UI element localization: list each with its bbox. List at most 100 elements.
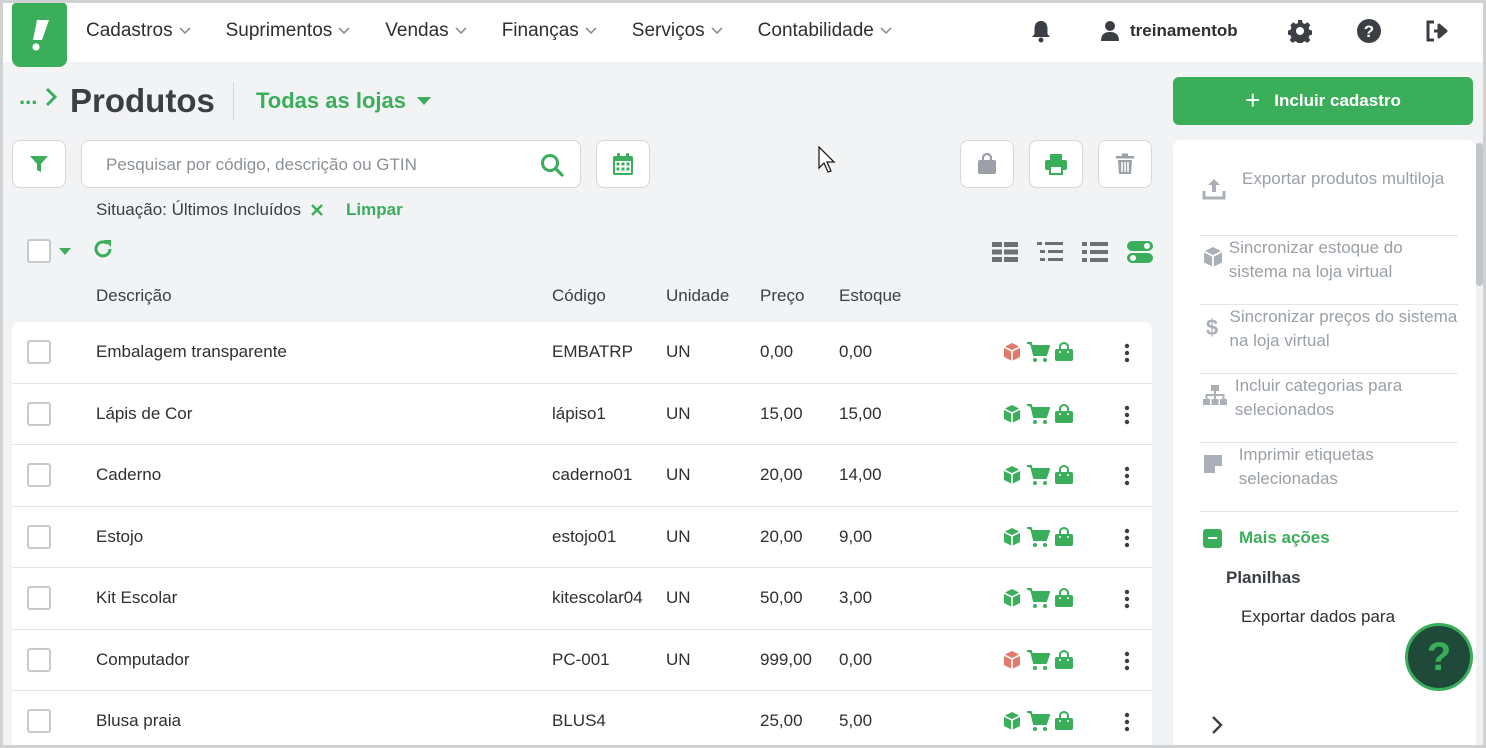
row-checkbox[interactable] — [27, 524, 51, 549]
list-view-icon[interactable] — [1037, 240, 1063, 264]
shopping-bag-icon[interactable] — [1054, 403, 1074, 424]
row-checkbox[interactable] — [27, 586, 51, 610]
search-input[interactable] — [106, 153, 526, 177]
compact-view-icon[interactable] — [992, 240, 1018, 264]
side-action-4[interactable]: Imprimir etiquetas selecionadas — [1200, 443, 1458, 512]
column-header-preco[interactable]: Preço — [760, 286, 804, 306]
cell-descricao[interactable]: Embalagem transparente — [96, 342, 287, 362]
row-menu-icon[interactable] — [1119, 525, 1135, 551]
column-header-descricao[interactable]: Descrição — [96, 286, 172, 306]
side-action-1[interactable]: Sincronizar estoque do sistema na loja v… — [1200, 236, 1458, 305]
remove-filter-icon[interactable] — [310, 203, 324, 217]
help-circle-icon[interactable]: ? — [1356, 18, 1382, 44]
cart-icon[interactable] — [1026, 341, 1050, 363]
cell-descricao[interactable]: Computador — [96, 650, 190, 670]
row-menu-icon[interactable] — [1119, 402, 1135, 428]
delete-button[interactable] — [1098, 140, 1152, 188]
side-action-label: Exportar produtos multiloja — [1242, 169, 1445, 188]
shopping-bag-icon[interactable] — [1054, 711, 1074, 731]
app-logo[interactable] — [12, 3, 67, 67]
select-options-caret-icon[interactable] — [58, 247, 72, 256]
search-icon[interactable] — [540, 153, 564, 177]
column-header-codigo[interactable]: Código — [552, 286, 606, 306]
date-filter-button[interactable] — [596, 140, 650, 188]
table-row[interactable]: Kit Escolar kitescolar04 UN 50,00 3,00 — [12, 568, 1152, 630]
toggle-columns-icon[interactable] — [1127, 240, 1153, 264]
chevron-right-icon[interactable] — [1211, 715, 1223, 735]
stock-box-icon[interactable] — [1002, 527, 1022, 547]
gear-icon[interactable] — [1287, 18, 1313, 44]
nav-item-4[interactable]: Serviços — [632, 20, 723, 42]
row-menu-icon[interactable] — [1119, 463, 1135, 489]
cart-icon[interactable] — [1026, 403, 1050, 425]
cell-estoque: 3,00 — [839, 588, 873, 607]
stock-box-icon[interactable] — [1002, 342, 1022, 362]
cart-icon[interactable] — [1026, 649, 1050, 671]
refresh-icon[interactable] — [92, 238, 114, 260]
nav-item-3[interactable]: Finanças — [502, 20, 597, 42]
stock-box-icon[interactable] — [1002, 650, 1022, 670]
store-selector[interactable]: Todas as lojas — [256, 88, 432, 114]
page-title: Produtos — [70, 82, 215, 119]
more-actions-toggle[interactable]: Mais ações — [1203, 528, 1330, 548]
row-menu-icon[interactable] — [1119, 648, 1135, 674]
cart-icon[interactable] — [1026, 526, 1050, 548]
side-action-2[interactable]: $ Sincronizar preços do sistema na loja v… — [1200, 305, 1458, 374]
cell-descricao[interactable]: Blusa praia — [96, 711, 181, 731]
chevron-down-icon — [585, 27, 597, 35]
stock-box-icon[interactable] — [1002, 711, 1022, 731]
cell-preco: 20,00 — [760, 526, 803, 546]
shopping-bag-button[interactable] — [960, 140, 1014, 188]
cart-icon[interactable] — [1026, 464, 1050, 486]
row-checkbox[interactable] — [27, 709, 51, 733]
table-row[interactable]: Caderno caderno01 UN 20,00 14,00 — [12, 445, 1152, 507]
row-menu-icon[interactable] — [1119, 709, 1135, 735]
row-checkbox[interactable] — [27, 647, 51, 672]
select-all-checkbox[interactable] — [27, 239, 51, 263]
stock-box-icon[interactable] — [1002, 465, 1022, 485]
cell-descricao[interactable]: Estojo — [96, 527, 143, 547]
shopping-bag-icon[interactable] — [1054, 526, 1074, 547]
filter-button[interactable] — [12, 140, 66, 188]
nav-item-0[interactable]: Cadastros — [86, 20, 191, 42]
bell-icon[interactable] — [1028, 18, 1054, 44]
side-action-0[interactable]: Exportar produtos multiloja — [1200, 167, 1458, 236]
cart-icon[interactable] — [1026, 710, 1050, 732]
logout-icon[interactable] — [1425, 18, 1451, 44]
shopping-bag-icon[interactable] — [1054, 588, 1074, 608]
side-scrollbar-thumb[interactable] — [1476, 143, 1483, 286]
row-menu-icon[interactable] — [1119, 340, 1135, 366]
nav-item-2[interactable]: Vendas — [385, 20, 467, 42]
cart-icon[interactable] — [1026, 587, 1050, 609]
stock-box-icon[interactable] — [1002, 588, 1022, 608]
cell-descricao[interactable]: Lápis de Cor — [96, 404, 192, 424]
user-menu[interactable]: treinamentob — [1100, 20, 1238, 42]
row-menu-icon[interactable] — [1119, 586, 1135, 612]
shopping-bag-icon[interactable] — [1054, 465, 1074, 485]
table-row[interactable]: Estojo estojo01 UN 20,00 9,00 — [12, 507, 1152, 568]
cell-descricao[interactable]: Kit Escolar — [96, 588, 177, 608]
column-header-unidade[interactable]: Unidade — [666, 286, 729, 306]
row-checkbox[interactable] — [27, 463, 51, 487]
print-button[interactable] — [1029, 140, 1083, 188]
breadcrumb[interactable]: ... — [19, 84, 59, 110]
table-row[interactable]: Embalagem transparente EMBATRP UN 0,00 0,00 — [12, 322, 1152, 384]
nav-item-1[interactable]: Suprimentos — [226, 20, 351, 42]
side-action-3[interactable]: Incluir categorias para selecionados — [1200, 374, 1458, 443]
export-data-link[interactable]: Exportar dados para — [1241, 607, 1395, 627]
row-checkbox[interactable] — [27, 340, 51, 364]
row-checkbox[interactable] — [27, 401, 51, 426]
shopping-bag-icon[interactable] — [1054, 649, 1074, 670]
help-fab-button[interactable]: ? — [1405, 623, 1473, 691]
column-header-estoque[interactable]: Estoque — [839, 286, 901, 306]
table-row[interactable]: Computador PC-001 UN 999,00 0,00 — [12, 630, 1152, 691]
shopping-bag-icon[interactable] — [1054, 342, 1074, 362]
include-button[interactable]: + Incluir cadastro — [1173, 77, 1473, 125]
clear-filters-link[interactable]: Limpar — [346, 200, 403, 220]
nav-item-5[interactable]: Contabilidade — [758, 20, 892, 42]
detail-list-view-icon[interactable] — [1082, 240, 1108, 264]
table-row[interactable]: Lápis de Cor lápiso1 UN 15,00 15,00 — [12, 384, 1152, 445]
table-row[interactable]: Blusa praia BLUS4 25,00 5,00 — [12, 691, 1152, 748]
cell-descricao[interactable]: Caderno — [96, 465, 161, 485]
stock-box-icon[interactable] — [1002, 404, 1022, 424]
